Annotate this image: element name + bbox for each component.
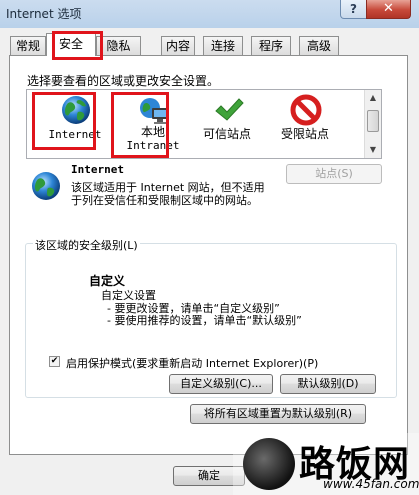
tab-content[interactable]: 内容 [161,36,195,55]
zone-label: 受限站点 [280,127,329,141]
zone-local-intranet[interactable]: 本地 Intranet [113,90,193,158]
security-level-description: 自定义设置 - 要更改设置，请单击“自定义级别” - 要使用推荐的设置，请单击“… [101,289,302,328]
tab-privacy[interactable]: 隐私 [96,36,141,55]
globe-icon [62,96,90,124]
scroll-thumb[interactable] [367,110,379,132]
security-level-label: 该区域的安全级别(L) [33,237,140,253]
help-button[interactable]: ? [340,0,367,19]
zone-restricted-sites[interactable]: 受限站点 [265,90,345,158]
sites-button[interactable]: 站点(S) [286,164,382,184]
zone-internet[interactable]: Internet [35,90,115,158]
scroll-up-arrow-icon[interactable]: ▲ [366,91,380,105]
level-line: 自定义设置 [101,289,156,302]
tab-programs[interactable]: 程序 [251,36,291,55]
zone-detail-title: Internet [71,163,124,176]
window-title: Internet 选项 [6,7,82,21]
custom-level-button[interactable]: 自定义级别(C)... [169,374,273,394]
zone-trusted-sites[interactable]: 可信站点 [187,90,267,158]
tab-general[interactable]: 常规 [10,36,46,55]
zone-detail-description: 该区域适用于 Internet 网站，但不适用于列在受信任和受限制区域中的网站。 [71,181,265,207]
zone-label: Internet [48,128,102,141]
tab-security[interactable]: 安全 [46,33,96,56]
protected-mode-checkbox[interactable]: ✔ [49,356,60,367]
zone-list: Internet 本地 Intranet 可信站点 受限站点 [26,89,382,159]
watermark: 路饭网 www.45fan.com [233,433,419,495]
trusted-check-icon [215,98,244,121]
security-level-title: 自定义 [89,274,126,288]
globe-icon [32,172,60,200]
watermark-url: www.45fan.com [323,477,419,491]
local-intranet-icon [140,98,168,124]
close-button[interactable]: ✕ [366,0,411,19]
internet-options-window: Internet 选项 ? ✕ 常规 安全 隐私 内容 连接 程序 高级 选择要… [0,0,419,495]
scroll-down-arrow-icon[interactable]: ▼ [366,143,380,157]
default-level-button[interactable]: 默认级别(D) [280,374,376,394]
level-line: - 要使用推荐的设置，请单击“默认级别” [107,314,302,327]
reset-all-zones-button[interactable]: 将所有区域重置为默认级别(R) [190,404,366,424]
zone-prompt: 选择要查看的区域或更改安全设置。 [27,74,220,88]
tab-connections[interactable]: 连接 [203,36,243,55]
title-bar: Internet 选项 ? ✕ [0,0,419,26]
watermark-logo-icon [243,438,295,490]
restricted-icon [290,94,322,126]
protected-mode-label: 启用保护模式(要求重新启动 Internet Explorer)(P) [66,357,319,370]
zone-label: 可信站点 [202,127,251,141]
tab-advanced[interactable]: 高级 [299,36,339,55]
zone-label: 本地 Intranet [126,125,180,153]
zone-scrollbar[interactable]: ▲ ▼ [364,90,381,158]
